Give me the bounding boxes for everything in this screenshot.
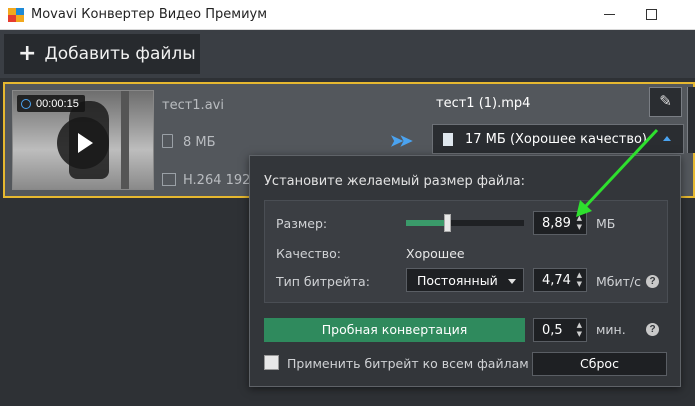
source-codec: H.264 1920 [183, 173, 259, 188]
spinner-arrows-icon[interactable]: ▲ ▼ [577, 271, 582, 289]
side-panel-edge [687, 87, 695, 153]
bitrate-type-select[interactable]: Постоянный [406, 268, 524, 292]
reset-button[interactable]: Сброс [532, 352, 667, 376]
source-file-size: 8 МБ [183, 135, 216, 150]
movavi-logo-icon [8, 8, 24, 22]
window-title: Movavi Конвертер Видео Премиум [31, 7, 268, 22]
quality-label: Качество: [276, 246, 341, 261]
maximize-button[interactable] [646, 9, 657, 20]
output-size-label: 17 МБ (Хорошее качество) [465, 132, 648, 147]
duration-text: 00:00:15 [36, 97, 79, 110]
popup-title: Установите желаемый размер файла: [264, 174, 526, 189]
film-icon [162, 173, 176, 186]
trial-duration-value: 0,5 [542, 323, 563, 338]
size-settings-popup: Установите желаемый размер файла: Размер… [249, 155, 681, 387]
plus-icon: + [18, 41, 37, 66]
bitrate-type-value: Постоянный [417, 273, 498, 288]
video-thumbnail[interactable]: 00:00:15 [12, 90, 154, 190]
apply-all-checkbox[interactable] [264, 355, 279, 370]
add-files-label: Добавить файлы [44, 44, 196, 64]
output-size-dropdown[interactable]: 17 МБ (Хорошее качество) [432, 124, 684, 154]
toolbar: + Добавить файлы [0, 30, 695, 78]
file-icon [162, 134, 173, 148]
size-slider[interactable] [406, 214, 524, 232]
question-icon[interactable]: ? [646, 275, 659, 288]
spinner-arrows-icon[interactable]: ▲ ▼ [577, 321, 582, 339]
quality-value: Хорошее [406, 246, 465, 261]
thumbnail-scene [121, 91, 129, 189]
spinner-arrows-icon[interactable]: ▲ ▼ [577, 214, 582, 232]
trial-duration-input[interactable]: 0,5 ▲ ▼ [533, 318, 587, 342]
clock-icon [21, 98, 31, 109]
edit-button[interactable]: ✎ [649, 87, 682, 117]
trial-conversion-button[interactable]: Пробная конвертация [264, 318, 525, 342]
bitrate-type-label: Тип битрейта: [276, 274, 370, 289]
double-arrow-icon: ➤➤ [390, 133, 413, 150]
size-unit: МБ [596, 216, 616, 231]
bitrate-input[interactable]: 4,74 ▲ ▼ [533, 268, 587, 292]
apply-all-label[interactable]: Применить битрейт ко всем файлам [287, 356, 529, 371]
add-files-button[interactable]: + Добавить файлы [4, 34, 200, 74]
bitrate-unit: Мбит/с [596, 274, 641, 289]
play-icon[interactable] [57, 117, 109, 169]
size-slider-handle[interactable] [444, 214, 451, 232]
minimize-button[interactable] [604, 14, 615, 15]
pencil-icon: ✎ [659, 93, 672, 110]
file-icon [443, 133, 453, 146]
bitrate-value: 4,74 [542, 273, 571, 288]
size-slider-fill [406, 220, 447, 226]
chevron-down-icon [508, 279, 516, 284]
trial-duration-unit: мин. [596, 322, 626, 337]
output-file-name[interactable]: тест1 (1).mp4 [436, 96, 530, 111]
size-value: 8,89 [542, 216, 571, 231]
caret-up-icon [663, 136, 671, 141]
question-icon[interactable]: ? [646, 323, 659, 336]
title-bar: Movavi Конвертер Видео Премиум [0, 0, 695, 30]
size-input[interactable]: 8,89 ▲ ▼ [533, 211, 587, 235]
duration-badge: 00:00:15 [17, 95, 85, 112]
size-label: Размер: [276, 216, 328, 231]
source-file-name: тест1.avi [162, 98, 224, 113]
